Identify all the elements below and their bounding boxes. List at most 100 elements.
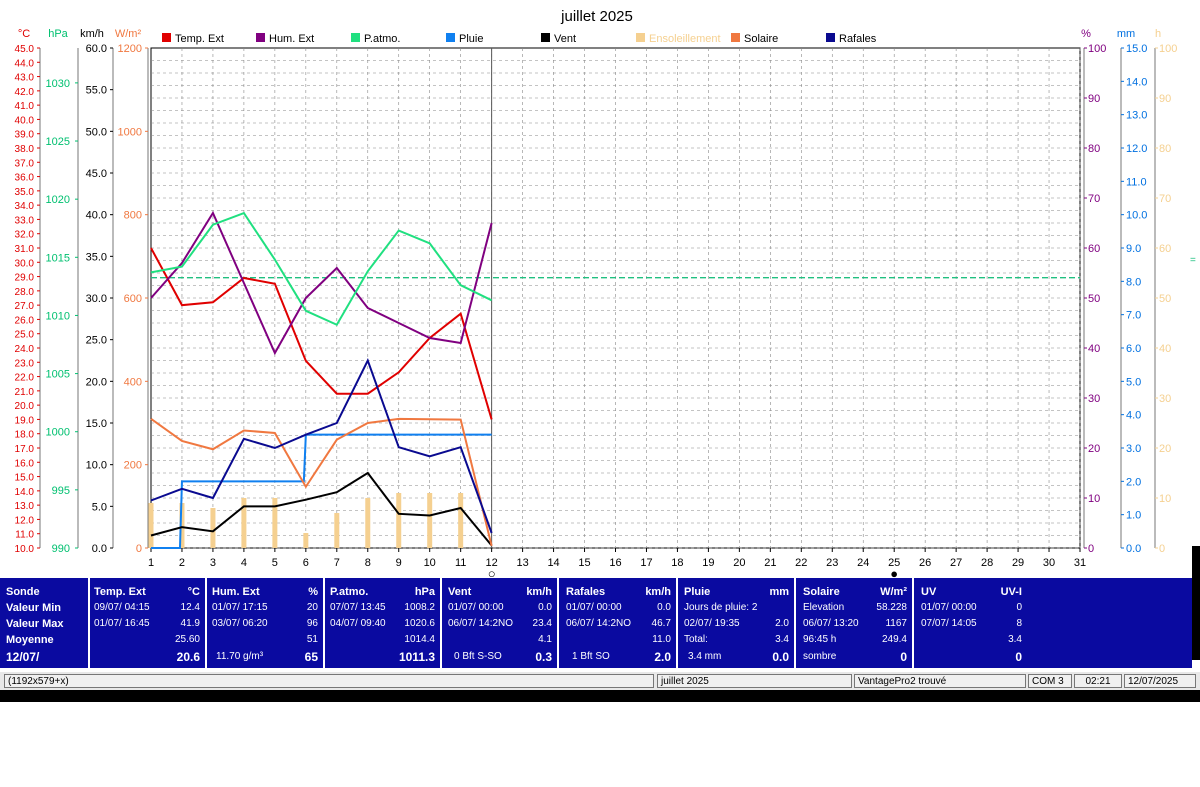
- col-uv: UV UV-I 01/07/ 00:00 0 07/07/ 14:05 8 3.…: [921, 578, 1022, 668]
- press-min: 1008.2: [404, 602, 435, 613]
- sun-tick-label: 0: [1159, 543, 1165, 555]
- hum-abs: 11.70 g/m³: [216, 651, 264, 662]
- temp-tick-label: 29.0: [15, 273, 35, 284]
- right-black-strip: [1192, 546, 1200, 660]
- bottom-bar: [0, 690, 1200, 702]
- hum-min: 20: [306, 602, 318, 613]
- pressure-tick-label: 1020: [46, 194, 70, 206]
- humidity-tick-label: 100: [1088, 43, 1106, 55]
- humidity-unit-header: %: [1081, 28, 1091, 40]
- humidity-tick-label: 30: [1088, 393, 1100, 405]
- pressure-tick-label: 1025: [46, 136, 70, 148]
- pressure-tick-label: 995: [52, 485, 70, 497]
- gust-unit: km/h: [645, 586, 671, 598]
- sunshine-bar: [365, 498, 371, 548]
- legend-label: Ensoleillement: [649, 33, 721, 45]
- x-tick-label: 17: [640, 557, 652, 569]
- gust-min: 0.0: [657, 602, 671, 613]
- temp-tick-label: 27.0: [15, 301, 35, 312]
- wind-tick-label: 55.0: [86, 85, 107, 97]
- legend-label: Hum. Ext: [269, 33, 314, 45]
- pressure-tick-label: 1010: [46, 310, 70, 322]
- sun-tick-label: 80: [1159, 143, 1171, 155]
- x-tick-label: 11: [455, 557, 466, 569]
- x-tick-label: 20: [733, 557, 745, 569]
- x-tick-label: 28: [981, 557, 993, 569]
- solar-tick-label: 200: [124, 460, 142, 472]
- sunshine-bar: [427, 493, 433, 548]
- humidity-tick-label: 40: [1088, 343, 1100, 355]
- rain-max: 2.0: [775, 618, 789, 629]
- col-wind: Vent km/h 01/07/ 00:00 0.0 06/07/ 14:2NO…: [448, 578, 552, 668]
- solar-title: Solaire: [803, 586, 840, 598]
- label-min: Valeur Min: [6, 602, 62, 614]
- uv-min-date: 01/07/ 00:00: [921, 602, 977, 613]
- rain-tick-label: 1.0: [1126, 510, 1141, 522]
- chart-title: juillet 2025: [560, 8, 633, 25]
- wind-avg: 4.1: [538, 634, 552, 645]
- legend-label: Vent: [554, 33, 576, 45]
- press-current: 1011.3: [398, 650, 435, 664]
- x-tick-label: 1: [148, 557, 154, 569]
- sun-tick-label: 20: [1159, 443, 1171, 455]
- gust-max-date: 06/07/ 14:2NO: [566, 618, 632, 629]
- rain-tick-label: 6.0: [1126, 343, 1141, 355]
- temp-tick-label: 44.0: [15, 58, 35, 69]
- temp-tick-label: 15.0: [15, 473, 35, 484]
- wind-current: 0.3: [535, 650, 552, 664]
- status-port: COM 3: [1028, 674, 1072, 688]
- rain-tick-label: 15.0: [1126, 43, 1147, 55]
- wind-tick-label: 5.0: [92, 501, 107, 513]
- hum-max: 96: [306, 618, 318, 629]
- legend-swatch: [351, 33, 360, 42]
- solar-elev: 58.228: [876, 602, 907, 613]
- stats-panel: Sonde Valeur Min Valeur Max Moyenne 12/0…: [0, 578, 1192, 668]
- pressure-tick-label: 1000: [46, 427, 70, 439]
- rain-tick-label: 3.0: [1126, 443, 1141, 455]
- gust-min-date: 01/07/ 00:00: [566, 602, 622, 613]
- label-current-date: 12/07/: [6, 650, 40, 664]
- wind-max: 23.4: [532, 618, 552, 629]
- x-tick-label: 24: [857, 557, 869, 569]
- solar-max: 1167: [885, 618, 907, 629]
- sunshine-bar: [396, 493, 402, 548]
- rain-tick-label: 9.0: [1126, 243, 1141, 255]
- x-tick-label: 3: [210, 557, 216, 569]
- temp-tick-label: 43.0: [15, 73, 35, 84]
- temp-tick-label: 12.0: [15, 515, 35, 526]
- gust-title: Rafales: [566, 586, 606, 598]
- x-tick-label: 9: [396, 557, 402, 569]
- rain-unit-header: mm: [1117, 28, 1135, 40]
- rain-tick-label: 0.0: [1126, 543, 1141, 555]
- left-axes: 45.0 44.0 43.0 42.0 41.0 40.0 39.0 38.0 37.0 36.0…: [15, 43, 149, 555]
- wind-unit: km/h: [526, 586, 552, 598]
- col-rain: Pluie mm Jours de pluie: 2 02/07/ 19:35 …: [684, 578, 789, 668]
- x-tick-label: 23: [826, 557, 838, 569]
- rain-tick-label: 11.0: [1126, 176, 1147, 188]
- rain-current: 0.0: [772, 650, 789, 664]
- legend-swatch: [731, 33, 740, 42]
- wind-tick-label: 0.0: [92, 543, 107, 555]
- x-tick-label: 14: [547, 557, 559, 569]
- legend-swatch: [541, 33, 550, 42]
- wind-min-date: 01/07/ 00:00: [448, 602, 504, 613]
- solar-current: 0: [900, 650, 907, 664]
- humidity-tick-label: 20: [1088, 443, 1100, 455]
- temp-tick-label: 42.0: [15, 87, 35, 98]
- col-press: P.atmo. hPa 07/07/ 13:45 1008.2 04/07/ 0…: [330, 578, 435, 668]
- rain-max-date: 02/07/ 19:35: [684, 618, 740, 629]
- pressure-unit-header: hPa: [48, 28, 68, 40]
- humidity-tick-label: 80: [1088, 143, 1100, 155]
- solar-tick-label: 600: [124, 293, 142, 305]
- temp-tick-label: 36.0: [15, 173, 35, 184]
- temp-tick-label: 13.0: [15, 501, 35, 512]
- sun-tick-label: 90: [1159, 93, 1171, 105]
- x-tick-label: 7: [334, 557, 340, 569]
- temp-tick-label: 14.0: [15, 487, 35, 498]
- x-tick-label: 6: [303, 557, 309, 569]
- solar-tick-label: 800: [124, 210, 142, 222]
- status-bar: (1192x579+x) juillet 2025 VantagePro2 tr…: [0, 672, 1200, 690]
- temp-tick-label: 11.0: [15, 530, 34, 541]
- right-axes: 100908070605040302010015.014.013.012.011…: [1083, 43, 1177, 555]
- col-labels: Sonde Valeur Min Valeur Max Moyenne 12/0…: [6, 578, 88, 668]
